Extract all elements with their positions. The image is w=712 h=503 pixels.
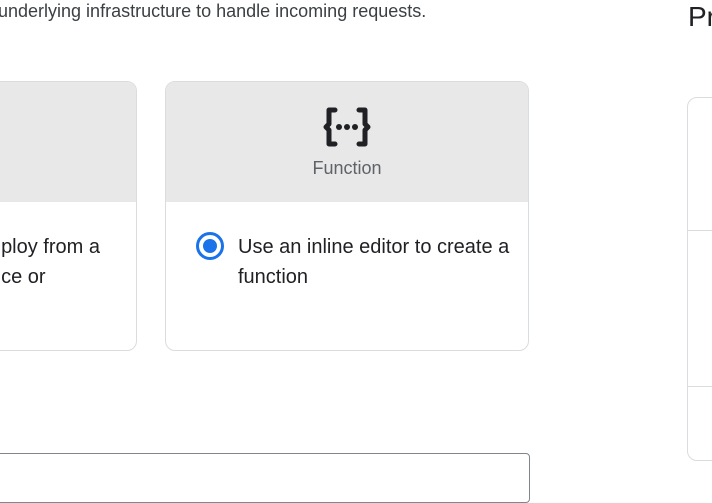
function-braces-icon <box>323 107 371 147</box>
side-panel-divider <box>688 230 712 231</box>
card-header: Function <box>166 82 528 202</box>
card-description-line: ce or <box>1 266 46 288</box>
text-input-field[interactable] <box>0 453 530 503</box>
radio-selected-dot <box>203 239 217 253</box>
side-panel-divider <box>688 386 712 387</box>
deploy-option-card-repository[interactable]: ploy from a ce or <box>0 81 137 351</box>
function-radio-label[interactable]: Use an inline editor to create a functio… <box>238 232 518 292</box>
card-description-line: ploy from a <box>1 236 100 258</box>
function-radio-button[interactable] <box>196 232 224 260</box>
deploy-option-card-function[interactable]: Function Use an inline editor to create … <box>165 81 529 351</box>
side-panel-heading: Pr <box>688 1 712 32</box>
card-header <box>0 82 136 202</box>
card-title: Function <box>312 158 382 178</box>
intro-text: underlying infrastructure to handle inco… <box>0 1 427 21</box>
card-description: ploy from a ce or <box>1 232 100 292</box>
side-panel-card <box>687 97 712 461</box>
